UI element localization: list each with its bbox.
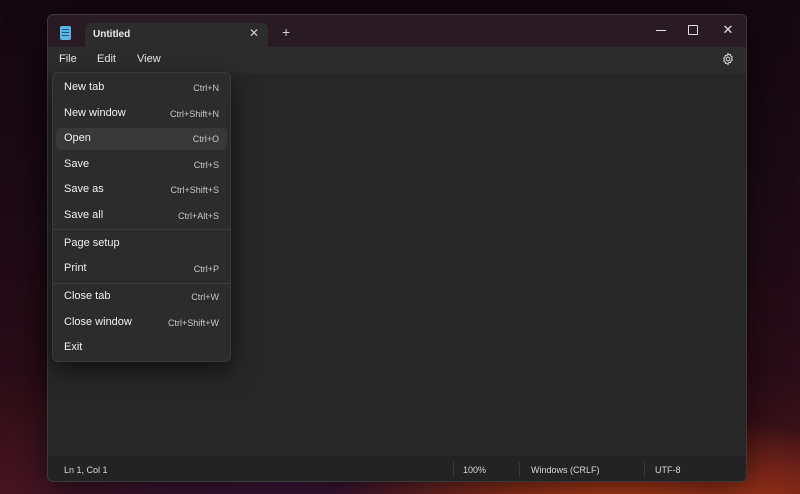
menu-item-save[interactable]: Save Ctrl+S bbox=[56, 154, 227, 176]
menu-item-save-all[interactable]: Save all Ctrl+Alt+S bbox=[56, 205, 227, 227]
menu-item-shortcut: Ctrl+Shift+W bbox=[167, 318, 219, 328]
cursor-position: Ln 1, Col 1 bbox=[64, 465, 108, 475]
title-bar[interactable]: Untitled ✕ + ✕ bbox=[48, 15, 746, 47]
menu-item-label: Save bbox=[64, 158, 90, 170]
menu-item-label: Close tab bbox=[64, 290, 111, 302]
menu-item-new-window[interactable]: New window Ctrl+Shift+N bbox=[56, 103, 227, 125]
menu-item-shortcut: Ctrl+W bbox=[191, 292, 219, 302]
new-tab-button[interactable]: + bbox=[282, 24, 290, 40]
tab-title: Untitled bbox=[93, 29, 131, 40]
menu-separator bbox=[53, 283, 230, 284]
status-divider bbox=[519, 462, 520, 476]
menu-item-shortcut: Ctrl+Alt+S bbox=[177, 211, 219, 221]
gear-icon[interactable] bbox=[721, 52, 735, 66]
close-window-button[interactable]: ✕ bbox=[713, 19, 743, 41]
menu-item-open[interactable]: Open Ctrl+O bbox=[56, 128, 227, 150]
line-ending[interactable]: Windows (CRLF) bbox=[531, 465, 600, 475]
menu-item-shortcut: Ctrl+Shift+S bbox=[170, 185, 219, 195]
close-tab-icon[interactable]: ✕ bbox=[249, 26, 259, 40]
notepad-icon bbox=[60, 26, 71, 40]
menu-item-label: Save all bbox=[64, 209, 104, 221]
menu-item-label: Open bbox=[64, 132, 91, 144]
menu-item-label: Close window bbox=[64, 316, 132, 328]
menu-view[interactable]: View bbox=[137, 53, 161, 65]
menu-item-label: Page setup bbox=[64, 237, 120, 249]
menu-item-shortcut: Ctrl+S bbox=[193, 160, 219, 170]
menu-item-exit[interactable]: Exit bbox=[56, 337, 227, 359]
menu-separator bbox=[53, 229, 230, 230]
menu-bar: File Edit View bbox=[48, 47, 746, 73]
zoom-level[interactable]: 100% bbox=[463, 465, 486, 475]
tab-untitled[interactable]: Untitled ✕ bbox=[85, 23, 268, 47]
menu-item-new-tab[interactable]: New tab Ctrl+N bbox=[56, 77, 227, 99]
menu-item-save-as[interactable]: Save as Ctrl+Shift+S bbox=[56, 179, 227, 201]
menu-item-label: New window bbox=[64, 107, 126, 119]
maximize-button[interactable] bbox=[678, 19, 708, 41]
menu-item-label: Exit bbox=[64, 341, 83, 353]
maximize-icon bbox=[688, 25, 698, 35]
menu-item-label: Print bbox=[64, 262, 87, 274]
status-divider bbox=[644, 462, 645, 476]
menu-item-shortcut: Ctrl+N bbox=[193, 83, 219, 93]
status-bar: Ln 1, Col 1 100% Windows (CRLF) UTF-8 bbox=[48, 456, 746, 481]
minimize-icon bbox=[656, 29, 666, 31]
menu-item-label: New tab bbox=[64, 81, 105, 93]
menu-item-close-window[interactable]: Close window Ctrl+Shift+W bbox=[56, 312, 227, 334]
menu-edit[interactable]: Edit bbox=[97, 53, 116, 65]
menu-item-label: Save as bbox=[64, 183, 104, 195]
menu-item-shortcut: Ctrl+Shift+N bbox=[169, 109, 219, 119]
menu-item-print[interactable]: Print Ctrl+P bbox=[56, 258, 227, 280]
encoding[interactable]: UTF-8 bbox=[655, 465, 681, 475]
menu-item-shortcut: Ctrl+P bbox=[193, 264, 219, 274]
status-divider bbox=[453, 462, 454, 476]
file-menu-dropdown: New tab Ctrl+N New window Ctrl+Shift+N O… bbox=[52, 72, 231, 362]
menu-item-page-setup[interactable]: Page setup bbox=[56, 233, 227, 255]
minimize-button[interactable] bbox=[646, 19, 676, 41]
menu-file[interactable]: File bbox=[59, 53, 77, 65]
menu-item-shortcut: Ctrl+O bbox=[192, 134, 219, 144]
menu-item-close-tab[interactable]: Close tab Ctrl+W bbox=[56, 286, 227, 308]
